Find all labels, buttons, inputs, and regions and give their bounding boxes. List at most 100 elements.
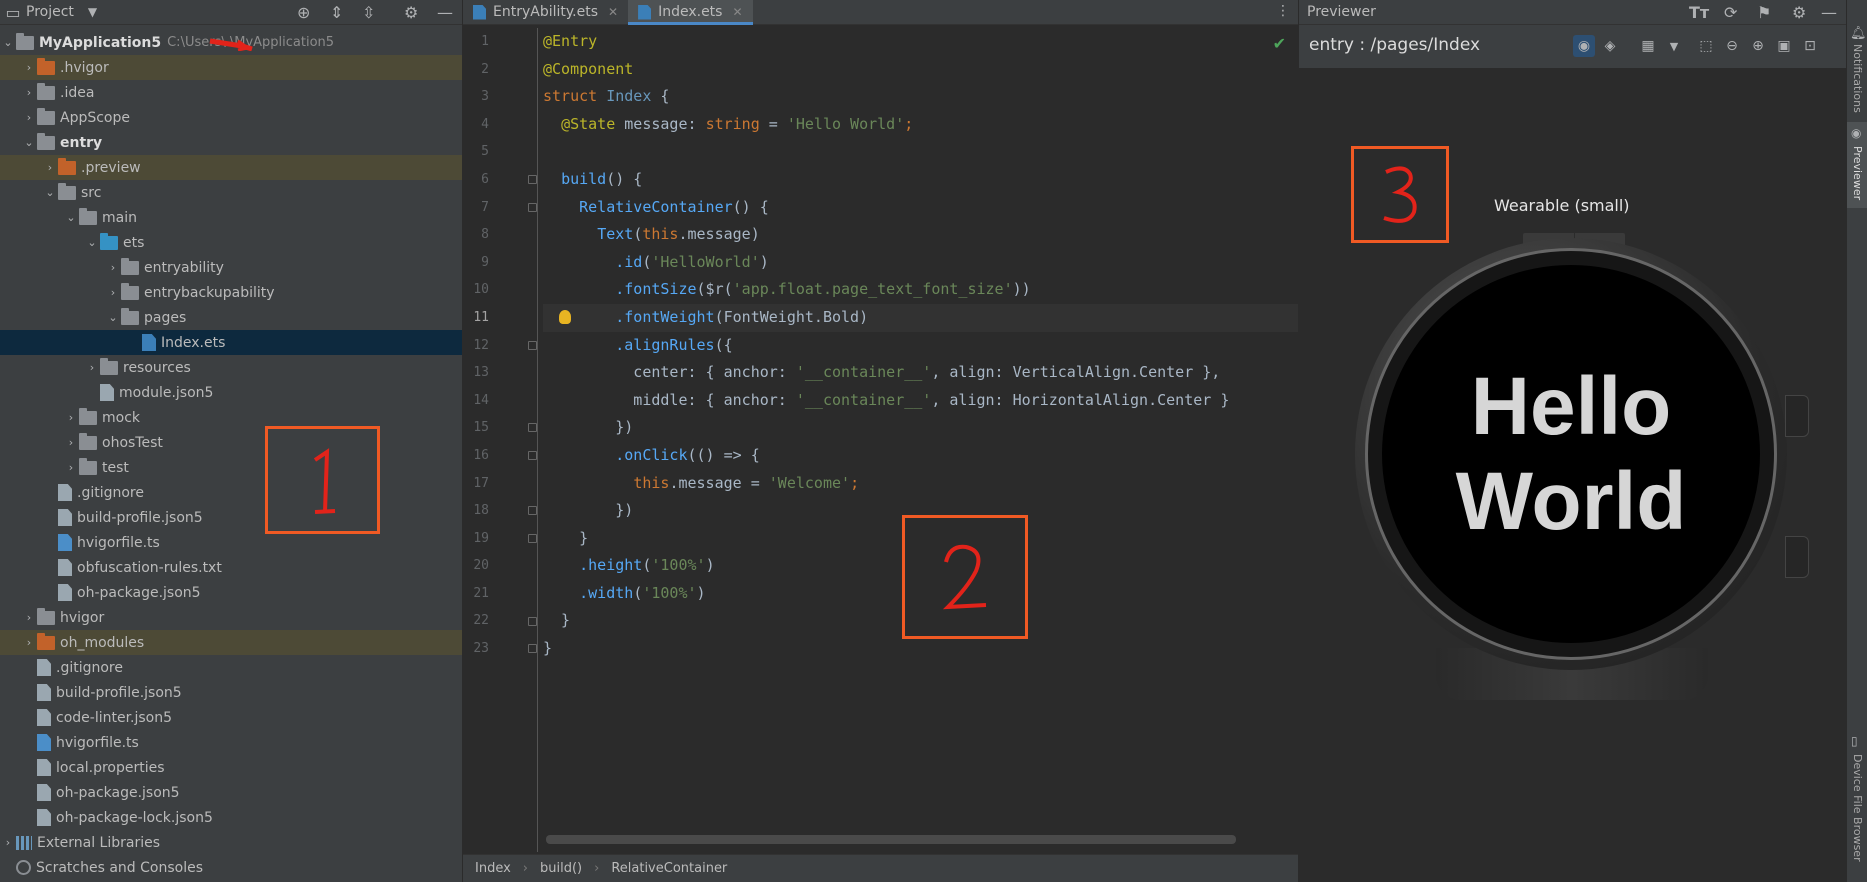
minimize-icon[interactable]: — xyxy=(1821,3,1837,22)
expand-arrow-icon[interactable]: › xyxy=(63,411,79,424)
code-line[interactable]: @State message: string = 'Hello World'; xyxy=(543,111,1298,139)
more-vertical-icon[interactable]: ⋮ xyxy=(1276,3,1290,19)
code-line[interactable]: .id('HelloWorld') xyxy=(543,249,1298,277)
tree-item[interactable]: › oh_modules xyxy=(0,630,462,655)
bell-icon[interactable]: 🔔︎ xyxy=(1850,26,1867,41)
fold-marker-icon[interactable] xyxy=(528,175,537,184)
tree-item[interactable]: oh-package.json5 xyxy=(0,580,462,605)
tree-item[interactable]: › hvigor xyxy=(0,605,462,630)
tree-item[interactable]: build-profile.json5 xyxy=(0,505,462,530)
locate-icon[interactable]: ⊕ xyxy=(297,3,310,22)
tree-item[interactable]: › resources xyxy=(0,355,462,380)
expand-arrow-icon[interactable]: ⌄ xyxy=(84,236,100,249)
breadcrumb-item[interactable]: Index xyxy=(475,861,511,876)
text-size-icon[interactable]: Tт xyxy=(1689,3,1709,22)
expand-arrow-icon[interactable]: › xyxy=(84,361,100,374)
minimize-icon[interactable]: — xyxy=(437,3,453,22)
chevron-down-icon[interactable]: ▼ xyxy=(1663,35,1685,57)
expand-arrow-icon[interactable]: › xyxy=(105,261,121,274)
tree-item[interactable]: › entryability xyxy=(0,255,462,280)
gear-icon[interactable]: ⚙ xyxy=(404,3,418,22)
code-line[interactable]: } xyxy=(543,635,1298,663)
grid-icon[interactable]: ▦ xyxy=(1637,35,1659,57)
expand-arrow-icon[interactable]: › xyxy=(42,161,58,174)
fold-marker-icon[interactable] xyxy=(528,451,537,460)
code-line[interactable]: struct Index { xyxy=(543,83,1298,111)
expand-arrow-icon[interactable]: ⌄ xyxy=(63,211,79,224)
device-icon[interactable]: ▯ xyxy=(1851,734,1858,748)
tree-item[interactable]: ⌄ pages xyxy=(0,305,462,330)
rotate-icon[interactable]: ⊡ xyxy=(1799,35,1821,57)
expand-arrow-icon[interactable]: › xyxy=(63,461,79,474)
expand-arrow-icon[interactable]: › xyxy=(21,636,37,649)
tab-index[interactable]: Index.ets ✕ xyxy=(628,0,753,25)
hello-world-text[interactable]: Hello World xyxy=(1411,359,1731,549)
code-line[interactable]: @Component xyxy=(543,56,1298,84)
tree-item[interactable]: oh-package-lock.json5 xyxy=(0,805,462,830)
code-line[interactable]: }) xyxy=(543,414,1298,442)
fold-marker-icon[interactable] xyxy=(528,340,537,350)
tree-item[interactable]: .gitignore xyxy=(0,655,462,680)
code-line[interactable]: .fontSize($r('app.float.page_text_font_s… xyxy=(543,276,1298,304)
tree-item[interactable]: .gitignore xyxy=(0,480,462,505)
expand-arrow-icon[interactable]: › xyxy=(63,436,79,449)
code-line[interactable]: build() { xyxy=(543,166,1298,194)
tree-item[interactable]: › .hvigor xyxy=(0,55,462,80)
tree-item[interactable]: › entrybackupability xyxy=(0,280,462,305)
tree-item[interactable]: ⌄ src xyxy=(0,180,462,205)
breadcrumb-item[interactable]: build() xyxy=(540,861,582,876)
tree-item[interactable]: ⌄ main xyxy=(0,205,462,230)
code-line[interactable]: .fontWeight(FontWeight.Bold) xyxy=(543,303,1298,332)
notifications-tab[interactable]: Notifications xyxy=(1851,44,1864,113)
eye-icon[interactable]: ◉ xyxy=(1851,126,1861,140)
code-line[interactable]: Text(this.message) xyxy=(543,221,1298,249)
tree-item[interactable]: ⌄ entry xyxy=(0,130,462,155)
fold-marker-icon[interactable] xyxy=(528,533,537,543)
tree-item[interactable]: obfuscation-rules.txt xyxy=(0,555,462,580)
fit-screen-icon[interactable]: ▣ xyxy=(1773,35,1795,57)
code-line[interactable]: center: { anchor: '__container__', align… xyxy=(543,359,1298,387)
zoom-in-icon[interactable]: ⊕ xyxy=(1747,35,1769,57)
tree-item[interactable]: › mock xyxy=(0,405,462,430)
horizontal-scrollbar[interactable] xyxy=(546,835,1236,844)
lightbulb-icon[interactable] xyxy=(559,310,571,324)
inspector-icon[interactable]: ◉ xyxy=(1573,35,1595,57)
tree-item[interactable]: › External Libraries xyxy=(0,830,462,855)
tree-item[interactable]: › .idea xyxy=(0,80,462,105)
expand-arrow-icon[interactable]: ⌄ xyxy=(0,36,16,49)
tree-item[interactable]: › .preview xyxy=(0,155,462,180)
tree-item[interactable]: › test xyxy=(0,455,462,480)
refresh-icon[interactable]: ⟳ xyxy=(1724,3,1737,22)
expand-arrow-icon[interactable]: › xyxy=(21,611,37,624)
tree-item[interactable]: hvigorfile.ts xyxy=(0,730,462,755)
expand-arrow-icon[interactable]: › xyxy=(0,836,16,849)
expand-arrow-icon[interactable]: ⌄ xyxy=(105,311,121,324)
tree-item[interactable]: local.properties xyxy=(0,755,462,780)
expand-arrow-icon[interactable]: › xyxy=(21,111,37,124)
fold-marker-icon[interactable] xyxy=(528,616,537,626)
expand-arrow-icon[interactable]: › xyxy=(105,286,121,299)
project-title[interactable]: Project xyxy=(26,4,74,20)
chevron-down-icon[interactable]: ▼ xyxy=(88,5,97,19)
fold-marker-icon[interactable] xyxy=(528,423,537,433)
code-line[interactable] xyxy=(543,138,1298,166)
tree-item[interactable]: Index.ets xyxy=(0,330,462,355)
breadcrumb-item[interactable]: RelativeContainer xyxy=(611,861,727,876)
code-line[interactable]: .onClick(() => { xyxy=(543,442,1298,470)
fold-marker-icon[interactable] xyxy=(528,202,537,212)
tree-item[interactable]: code-linter.json5 xyxy=(0,705,462,730)
watch-screen[interactable]: Hello World xyxy=(1382,265,1760,643)
tree-item[interactable]: build-profile.json5 xyxy=(0,680,462,705)
code-line[interactable]: this.message = 'Welcome'; xyxy=(543,470,1298,498)
tree-item[interactable]: ⌄ ets xyxy=(0,230,462,255)
expand-arrow-icon[interactable]: › xyxy=(21,86,37,99)
code-line[interactable]: RelativeContainer() { xyxy=(543,194,1298,222)
plugin-icon[interactable]: ⚑ xyxy=(1757,3,1771,22)
fold-marker-icon[interactable] xyxy=(528,506,537,516)
tree-item[interactable]: oh-package.json5 xyxy=(0,780,462,805)
collapse-all-icon[interactable]: ⇳ xyxy=(362,3,375,22)
zoom-out-icon[interactable]: ⊖ xyxy=(1721,35,1743,57)
previewer-tab[interactable]: Previewer xyxy=(1851,146,1864,200)
tree-item[interactable]: Scratches and Consoles xyxy=(0,855,462,880)
close-icon[interactable]: ✕ xyxy=(732,5,742,19)
